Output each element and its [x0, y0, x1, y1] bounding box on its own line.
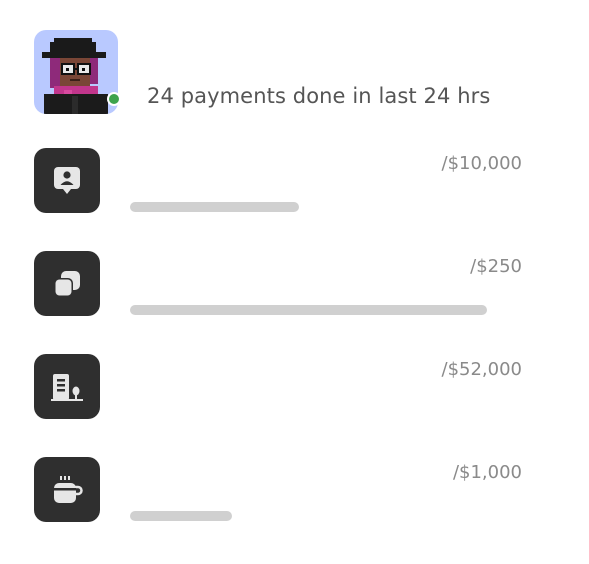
payment-amount: /$10,000 — [441, 153, 523, 174]
payment-progress-bar — [130, 511, 522, 521]
payment-progress-bar — [130, 305, 522, 315]
payment-progress-bar — [130, 202, 522, 212]
payment-row[interactable]: /$10,000 — [0, 148, 589, 228]
payment-amount: /$250 — [470, 256, 522, 277]
payment-progress-fill — [130, 511, 232, 521]
contact-card-icon[interactable] — [34, 148, 100, 213]
online-status-dot — [107, 92, 121, 106]
payments-summary-text: 24 payments done in last 24 hrs — [147, 84, 491, 108]
payment-row[interactable]: /$250 — [0, 251, 589, 331]
payment-row[interactable]: /$52,000 — [0, 354, 589, 434]
payment-progress-fill — [130, 202, 299, 212]
pixel-avatar-image — [34, 30, 118, 114]
coffee-cup-icon[interactable] — [34, 457, 100, 522]
payment-progress-bar — [130, 408, 522, 418]
payment-row[interactable]: /$1,000 — [0, 457, 589, 537]
layers-icon[interactable] — [34, 251, 100, 316]
avatar[interactable] — [34, 30, 118, 114]
payment-amount: /$52,000 — [441, 359, 523, 380]
payment-progress-fill — [130, 305, 487, 315]
building-tree-icon[interactable] — [34, 354, 100, 419]
payment-amount: /$1,000 — [452, 462, 522, 483]
